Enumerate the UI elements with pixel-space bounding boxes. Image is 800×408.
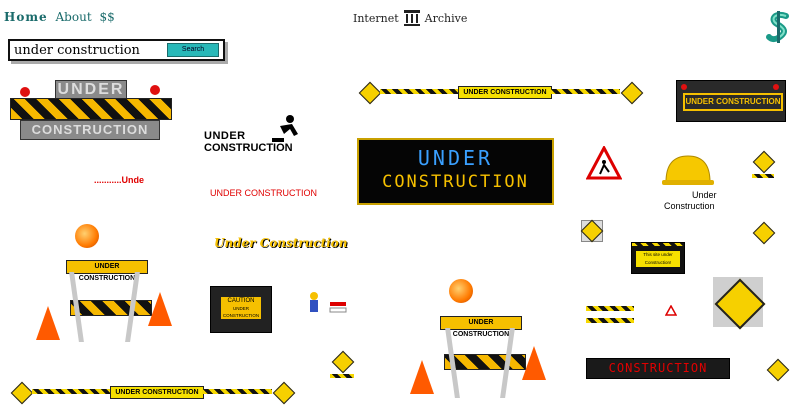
led-text-1: UNDER [417, 146, 494, 170]
warning-sign-icon [10, 381, 34, 405]
site-notice-box: This site under Construction! [631, 242, 685, 274]
site-notice-label: This site under Construction! [636, 251, 680, 267]
warning-sign-icon [752, 150, 776, 174]
warning-sign-icon [714, 278, 766, 330]
stripe [586, 318, 634, 323]
top-nav: Home About $$ [4, 10, 119, 24]
led-sign: UNDER CONSTRUCTION [357, 138, 554, 205]
red-led-text: CONSTRUCTION [608, 361, 708, 375]
banner-label: UNDER CONSTRUCTION [458, 86, 552, 99]
stripe [380, 89, 458, 94]
dollar-spinner-icon [766, 11, 789, 43]
dots-text: ...........Unde [94, 175, 145, 185]
nav-dollar-link[interactable]: $$ [99, 10, 114, 24]
temple-icon [403, 10, 420, 26]
archive-label: Archive [424, 11, 468, 25]
cone-icon [36, 306, 60, 340]
under-construction-banner: UNDER CONSTRUCTION [10, 381, 296, 405]
beacon-icon [681, 84, 687, 90]
warning-sign-icon [272, 381, 296, 405]
beacon-icon [20, 87, 30, 97]
banner-label: UNDER CONSTRUCTION [110, 386, 204, 399]
worker-icon [310, 292, 347, 313]
stripe [586, 306, 634, 311]
stripe [202, 389, 272, 394]
worker-icon [272, 115, 298, 142]
stripe [32, 389, 110, 394]
red-text: UNDER CONSTRUCTION [210, 188, 317, 198]
under-construction-banner: UNDER CONSTRUCTION [358, 81, 644, 105]
hazard-barricade [444, 354, 526, 370]
internet-label: Internet [353, 11, 399, 25]
search-button[interactable]: Search [167, 43, 219, 57]
script-text: Under Construction [214, 236, 348, 250]
warning-sign-icon [665, 305, 677, 316]
red-led-sign: CONSTRUCTION [586, 358, 730, 379]
nav-about-link[interactable]: About [56, 10, 92, 24]
dark-sign-box: UNDER CONSTRUCTION [676, 80, 786, 122]
cone-icon [148, 292, 172, 326]
worker-title-1: UNDER [204, 130, 246, 142]
warning-sign-icon [358, 81, 382, 105]
helmet-text-2: Construction [664, 201, 715, 211]
warning-sign-icon [620, 81, 644, 105]
hard-hat-icon [662, 155, 714, 185]
under-plate: UNDER [55, 80, 127, 100]
hazard-barricade [70, 300, 152, 316]
stripe [550, 89, 620, 94]
beacon-icon [449, 279, 473, 303]
hazard-barricade [10, 98, 172, 120]
nav-home-link[interactable]: Home [4, 10, 48, 24]
caution-top: CAUTION [221, 297, 261, 305]
caution-sign: CAUTION UNDER CONSTRUCTION [210, 286, 272, 333]
barricade-icon [330, 350, 355, 384]
dark-sign-label: UNDER CONSTRUCTION [683, 93, 783, 111]
beacon-icon [75, 224, 99, 248]
beacon-icon [773, 84, 779, 90]
warning-sign-icon [752, 221, 776, 245]
helmet-text-1: Under [692, 190, 717, 200]
sign-tile [580, 219, 604, 243]
beacon-icon [150, 85, 160, 95]
search-bar: under construction Search [8, 39, 225, 61]
sign-tile [713, 277, 766, 330]
warning-sign-icon [766, 358, 790, 382]
internet-archive-logo[interactable]: Internet Archive [353, 9, 467, 27]
warning-sign-icon [331, 350, 355, 374]
led-text-2: CONSTRUCTION [382, 172, 529, 192]
warning-sign-icon [580, 219, 604, 243]
barricade-icon [752, 150, 776, 186]
caution-body: UNDER CONSTRUCTION [221, 305, 261, 319]
stripe [632, 243, 684, 246]
stripe [752, 174, 774, 178]
stripe [330, 374, 354, 378]
warning-sign-icon [586, 146, 622, 180]
construction-plate: CONSTRUCTION [20, 120, 160, 140]
cone-icon [410, 360, 434, 394]
search-input[interactable]: under construction [14, 43, 167, 58]
cone-icon [522, 346, 546, 380]
